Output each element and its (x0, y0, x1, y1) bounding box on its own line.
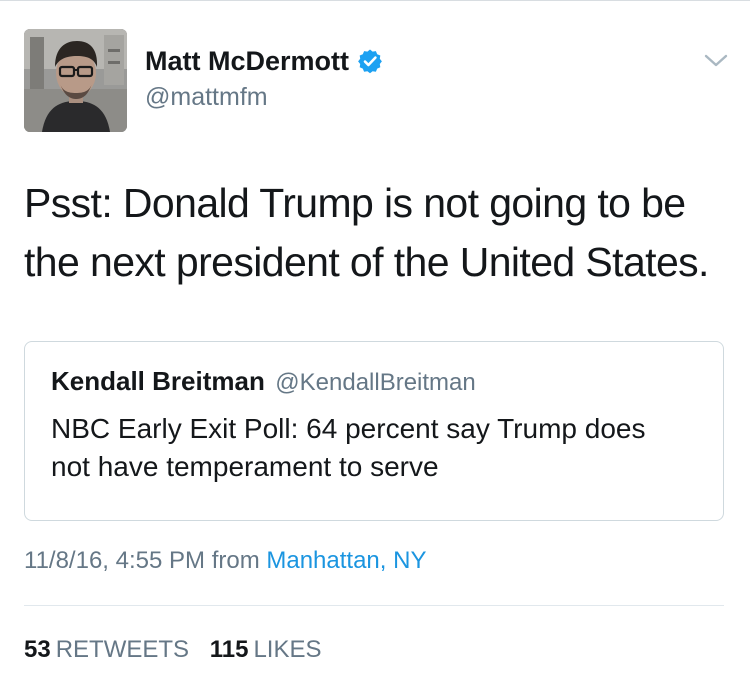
retweets-stat[interactable]: 53 RETWEETS (24, 636, 196, 663)
quoted-tweet-header: Kendall Breitman @KendallBreitman (51, 366, 476, 401)
likes-count: 115 (209, 636, 249, 663)
author-name-row[interactable]: Matt McDermott (145, 45, 383, 77)
avatar[interactable] (24, 29, 127, 132)
chevron-down-icon[interactable] (703, 52, 729, 70)
author-handle[interactable]: @mattmfm (145, 82, 268, 112)
avatar-photo (24, 29, 127, 132)
likes-stat[interactable]: 115 LIKES (210, 636, 322, 663)
location-link[interactable]: Manhattan, NY (266, 547, 426, 574)
quoted-tweet[interactable]: Kendall Breitman @KendallBreitman NBC Ea… (24, 341, 724, 521)
verified-badge-icon (357, 48, 383, 74)
tweet-meta: 11/8/16, 4:55 PM from Manhattan, NY (24, 546, 426, 576)
tweet-text: Psst: Donald Trump is not going to be th… (24, 180, 709, 285)
retweets-count: 53 (24, 636, 51, 663)
quoted-tweet-text: NBC Early Exit Poll: 64 percent say Trum… (51, 413, 646, 482)
tweet-stats: 53 RETWEETS 115 LIKES (24, 635, 321, 665)
tweet-card: Matt McDermott @mattmfm Psst: Donald Tru… (0, 0, 750, 694)
retweets-label: RETWEETS (55, 636, 190, 663)
from-label: from (211, 547, 260, 574)
stats-divider (24, 605, 724, 606)
quoted-author-handle: @KendallBreitman (275, 369, 476, 396)
quoted-author-name: Kendall Breitman (51, 366, 265, 396)
author-name[interactable]: Matt McDermott (145, 45, 349, 77)
likes-label: LIKES (253, 636, 322, 663)
timestamp[interactable]: 11/8/16, 4:55 PM (24, 547, 205, 574)
